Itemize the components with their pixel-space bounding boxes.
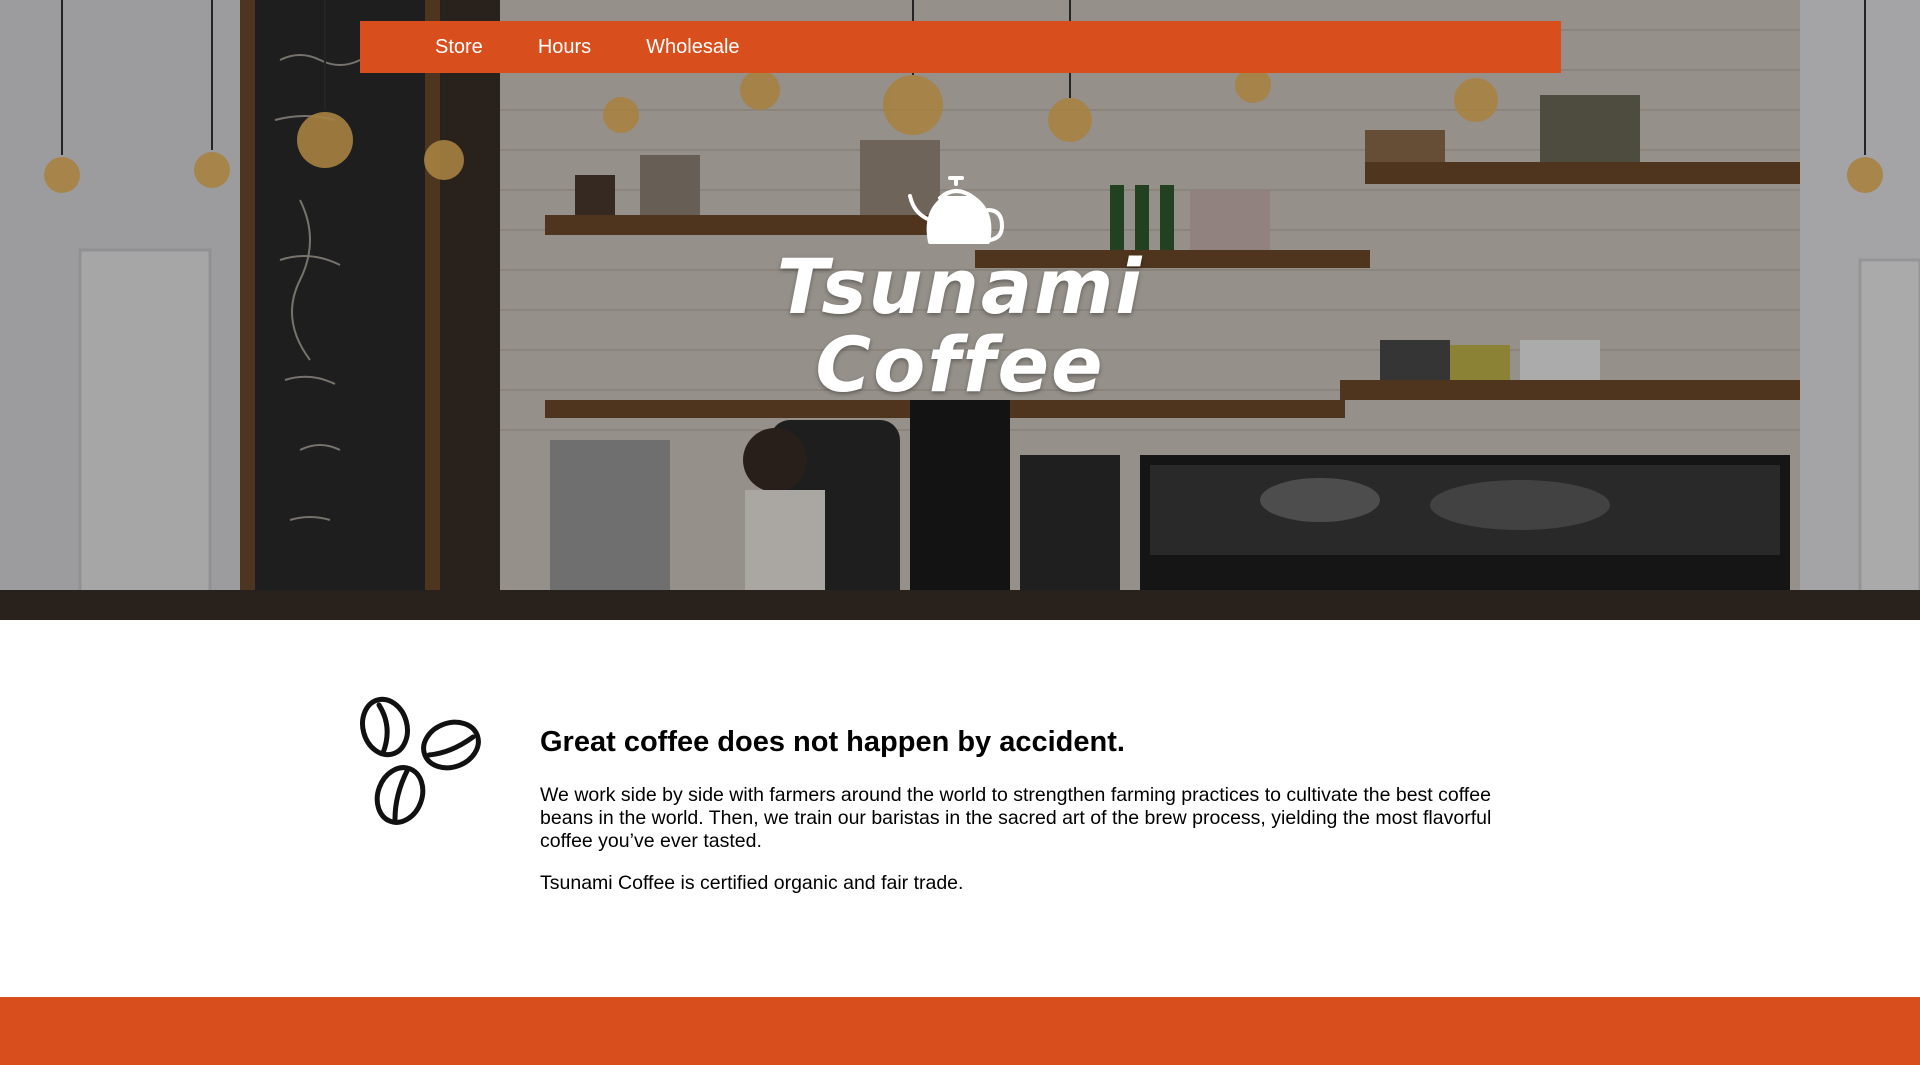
hero-section: Store Hours Wholesale Tsunami Coffee xyxy=(0,0,1920,620)
brand-logo: Tsunami Coffee xyxy=(760,170,1160,410)
brand-name-line1: Tsunami xyxy=(776,242,1144,331)
footer-bar xyxy=(0,997,1920,1065)
kettle-icon xyxy=(908,176,1004,244)
about-paragraph-1: We work side by side with farmers around… xyxy=(540,784,1492,852)
nav-store-link[interactable]: Store xyxy=(435,21,483,73)
coffee-beans-icon xyxy=(360,696,481,825)
about-paragraph-2: Tsunami Coffee is certified organic and … xyxy=(540,872,964,894)
nav-wholesale-link[interactable]: Wholesale xyxy=(646,21,739,73)
about-headline: Great coffee does not happen by accident… xyxy=(540,726,1125,758)
top-navbar: Store Hours Wholesale xyxy=(360,21,1561,73)
nav-hours-link[interactable]: Hours xyxy=(538,21,591,73)
brand-name-line2: Coffee xyxy=(815,320,1105,409)
about-text-block: Great coffee does not happen by accident… xyxy=(540,722,1530,914)
